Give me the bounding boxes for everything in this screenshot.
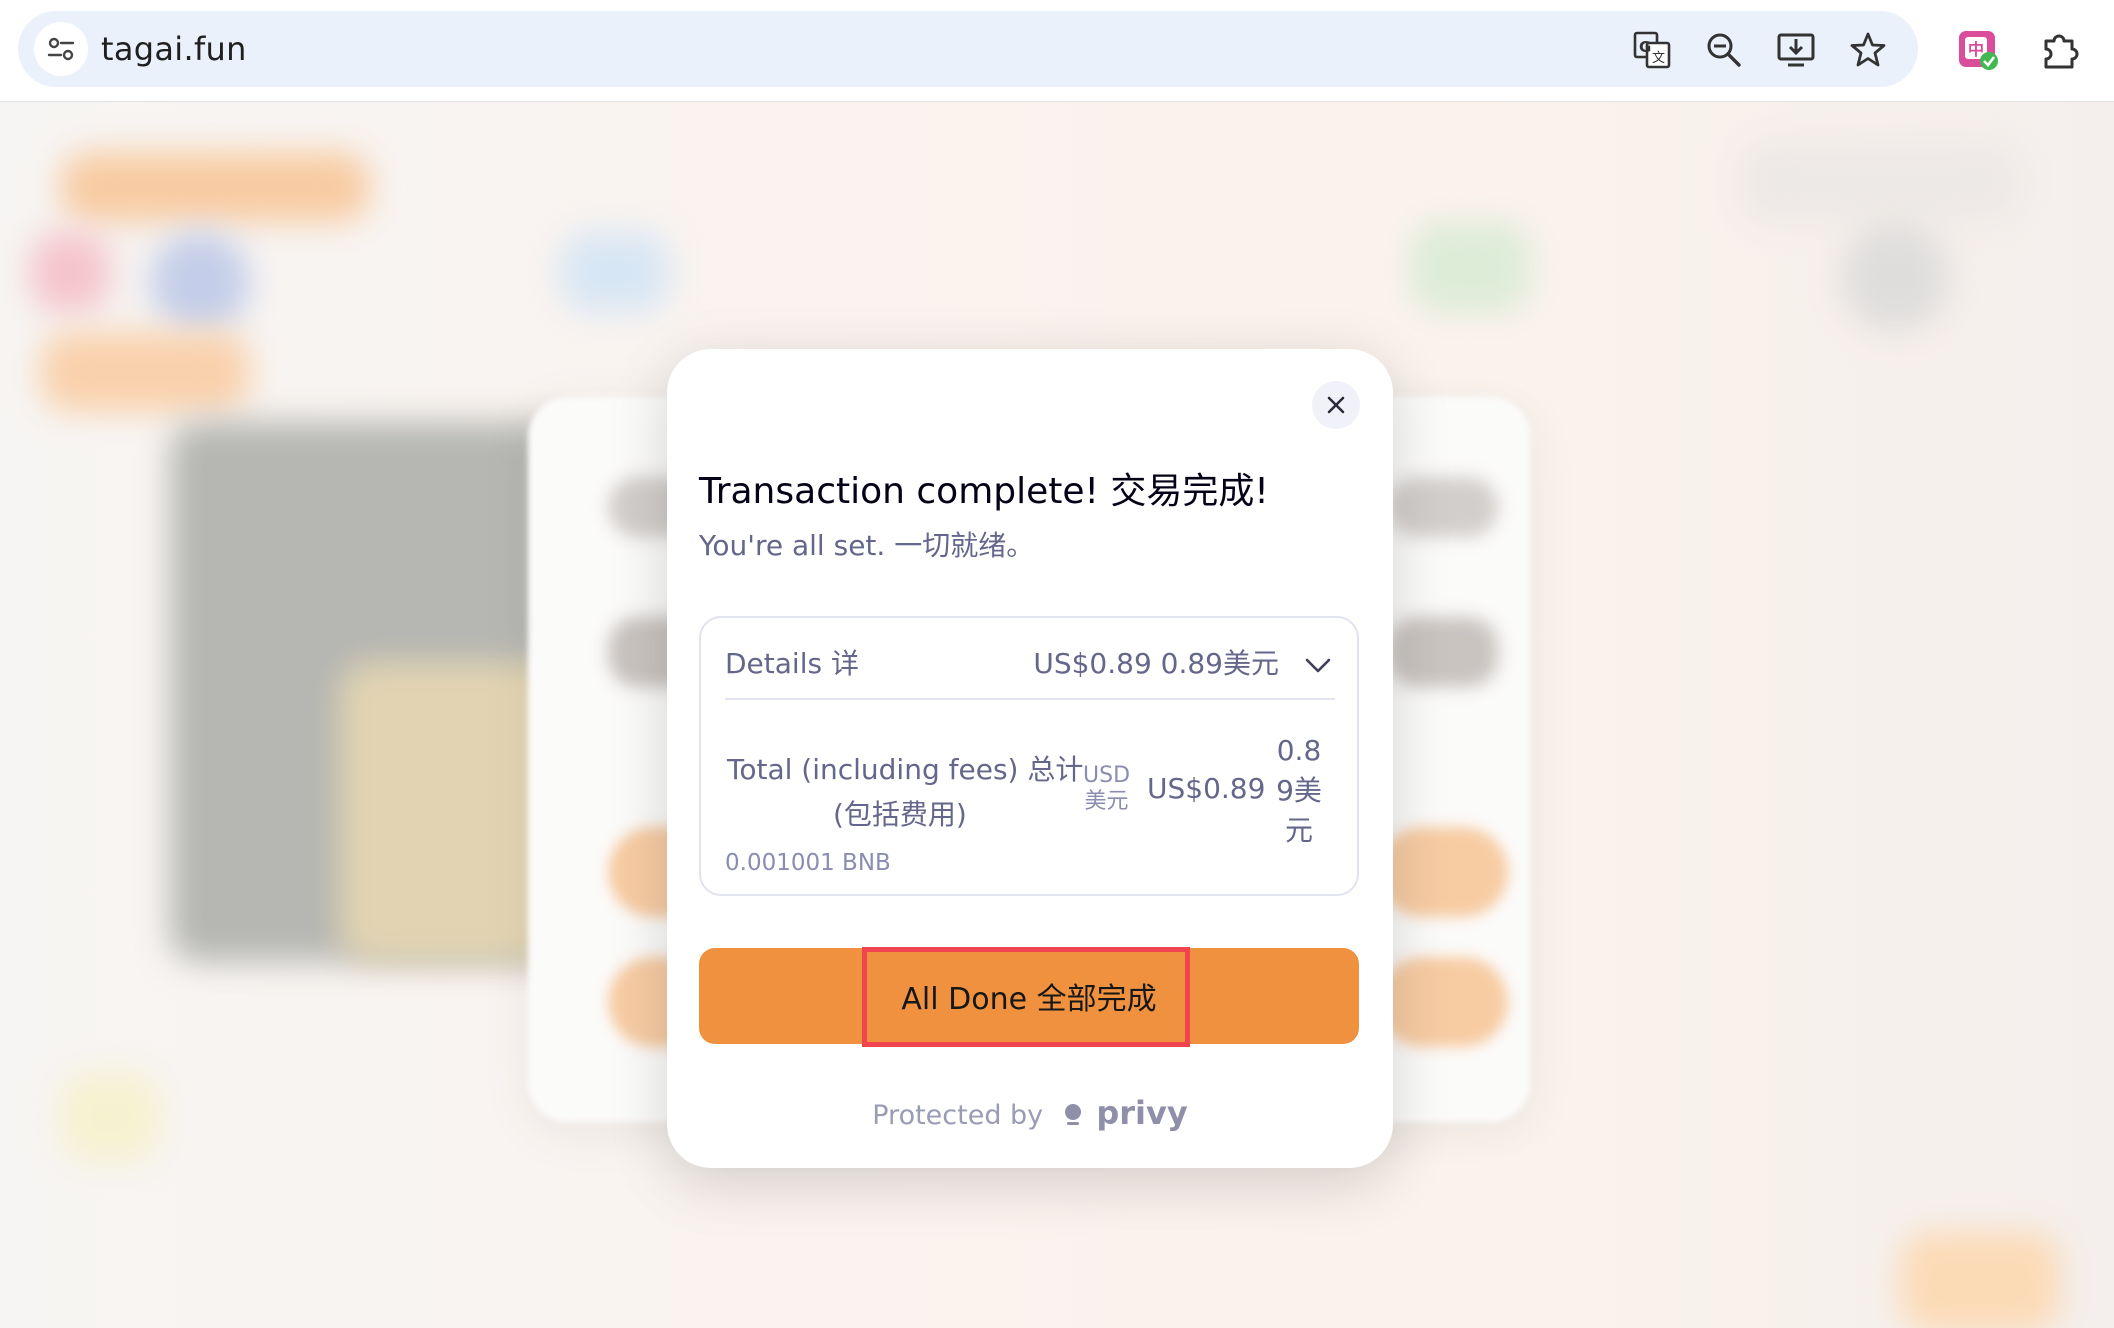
total-value-cn-line: 9美 [1276,774,1322,807]
browser-toolbar: tagai.fun G 文 中 [0,0,2114,102]
total-value-cn-line: 元 [1284,814,1313,847]
bookmark-star-icon[interactable] [1848,30,1888,70]
currency-tag: USD 美元 [1083,763,1130,815]
close-icon [1327,396,1345,414]
install-app-icon[interactable] [1776,30,1816,70]
details-panel: Details 详 US$0.89 0.89美元 Total (includin… [699,616,1359,896]
modal-title: Transaction complete! 交易完成! [699,471,1269,512]
extension-translate-icon[interactable]: 中 [1957,29,1999,71]
svg-text:文: 文 [1652,51,1665,66]
currency-tag-cn: 美元 [1084,789,1129,814]
total-value-cn-line: 0.8 [1276,734,1322,767]
bnb-amount: 0.001001 BNB [725,850,891,876]
svg-text:G: G [1639,38,1651,56]
modal-subtitle: You're all set. 一切就绪。 [699,529,1035,562]
details-label[interactable]: Details 详 [725,642,859,682]
privy-logo-icon [1064,1103,1081,1125]
protected-by-privy: Protected by privy [667,1094,1393,1132]
total-label: Total (including fees) 总计 [727,753,1084,786]
close-button[interactable] [1312,381,1360,429]
chevron-down-icon[interactable] [1305,658,1331,674]
details-value[interactable]: US$0.89 0.89美元 [1033,642,1279,682]
translate-icon[interactable]: G 文 [1632,30,1672,70]
url-text[interactable]: tagai.fun [101,29,247,69]
privy-logo-text: privy [1096,1094,1188,1132]
site-info-icon[interactable] [34,22,88,76]
total-value-translated: 0.8 9美 元 [1271,731,1327,851]
protected-by-text: Protected by [872,1100,1044,1131]
currency-tag-code: USD [1083,763,1131,788]
address-bar[interactable]: tagai.fun G 文 [18,11,1918,87]
total-label-subtext: (包括费用) [833,798,967,831]
highlight-annotation-box [862,947,1190,1047]
details-divider [725,698,1335,700]
extensions-puzzle-icon[interactable] [2040,29,2082,71]
zoom-icon[interactable] [1704,30,1744,70]
total-value: US$0.89 [1147,772,1266,805]
